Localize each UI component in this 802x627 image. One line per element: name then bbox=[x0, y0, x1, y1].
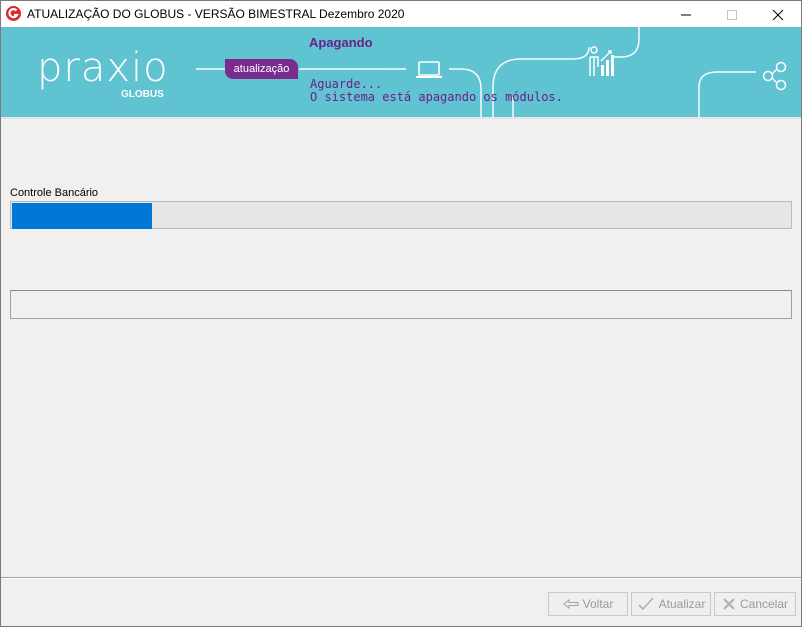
header-separator bbox=[1, 117, 801, 119]
share-icon bbox=[762, 61, 787, 91]
update-button[interactable]: Atualizar bbox=[631, 592, 711, 616]
footer-separator-highlight bbox=[1, 578, 801, 579]
check-icon bbox=[638, 597, 654, 611]
header-banner: praxio GLOBUS atualização Apagando Aguar… bbox=[1, 27, 801, 117]
praxio-logo: praxio bbox=[37, 45, 169, 91]
close-icon bbox=[772, 9, 784, 21]
status-title: Apagando bbox=[309, 35, 373, 50]
update-button-label: Atualizar bbox=[658, 597, 706, 611]
minimize-icon bbox=[681, 14, 691, 16]
back-button[interactable]: Voltar bbox=[548, 592, 628, 616]
app-logo-icon bbox=[6, 6, 21, 21]
step-badge: atualização bbox=[225, 59, 298, 79]
cancel-button[interactable]: Cancelar bbox=[714, 592, 796, 616]
progress-fill bbox=[12, 203, 152, 229]
laptop-icon bbox=[416, 61, 442, 78]
chart-person-icon bbox=[589, 46, 614, 76]
back-arrow-icon bbox=[562, 599, 579, 609]
back-button-label: Voltar bbox=[582, 597, 614, 611]
installer-window: ATUALIZAÇÃO DO GLOBUS - VERSÃO BIMESTRAL… bbox=[0, 0, 802, 627]
maximize-icon bbox=[727, 10, 737, 20]
minimize-button[interactable] bbox=[663, 1, 709, 27]
status-line-wait: Aguarde... bbox=[310, 77, 383, 91]
title-bar[interactable]: ATUALIZAÇÃO DO GLOBUS - VERSÃO BIMESTRAL… bbox=[1, 1, 801, 27]
maximize-button[interactable] bbox=[709, 1, 755, 27]
cancel-x-icon bbox=[723, 598, 735, 610]
globus-logo-text: GLOBUS bbox=[121, 89, 164, 100]
module-progress-bar bbox=[10, 201, 792, 229]
progress-module-label: Controle Bancário bbox=[10, 187, 99, 199]
close-button[interactable] bbox=[755, 1, 801, 27]
status-line-detail: O sistema está apagando os módulos. bbox=[310, 90, 563, 104]
cancel-button-label: Cancelar bbox=[739, 597, 789, 611]
status-log-box bbox=[10, 290, 792, 319]
window-title: ATUALIZAÇÃO DO GLOBUS - VERSÃO BIMESTRAL… bbox=[27, 7, 405, 21]
